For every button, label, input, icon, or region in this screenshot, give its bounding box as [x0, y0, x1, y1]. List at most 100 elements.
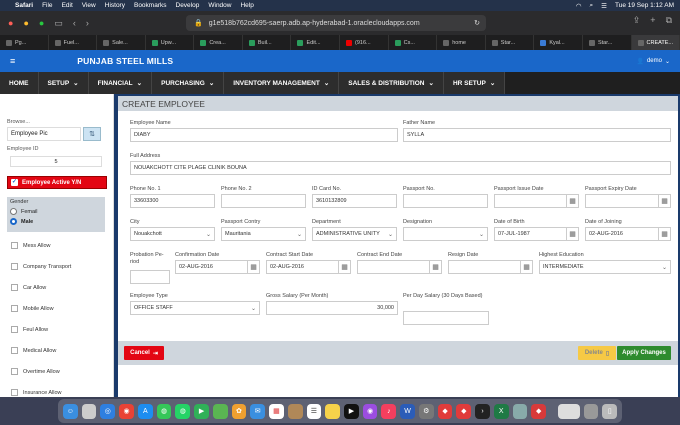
address-bar[interactable]: 🔒 g1e518b762cd695-saerp.adb.ap-hyderabad…: [186, 15, 486, 31]
browser-tab[interactable]: Upw...: [146, 35, 195, 50]
allowance-insurance[interactable]: Insurance Allow: [11, 389, 62, 396]
gender-option-female[interactable]: Femail: [10, 208, 102, 215]
maps-icon[interactable]: [212, 403, 228, 419]
phone2-input[interactable]: [221, 194, 306, 208]
city-select[interactable]: Nouakchott ⌄: [130, 227, 215, 241]
department-select[interactable]: ADMINISTRATIVE UNITY ⌄: [312, 227, 397, 241]
tv-icon[interactable]: ▶: [344, 403, 359, 419]
trash-icon[interactable]: ▯: [602, 403, 618, 419]
reload-icon[interactable]: ↻: [474, 19, 480, 27]
father-name-input[interactable]: SYLLA: [403, 128, 671, 142]
sidebar-icon[interactable]: ▭: [54, 18, 63, 29]
calendar-icon[interactable]: ▦: [566, 195, 578, 207]
menu-bookmarks[interactable]: Bookmarks: [134, 2, 167, 9]
employee-active-checkbox[interactable]: ✓ Employee Active Y/N: [7, 176, 107, 189]
browser-tab[interactable]: Pg...: [0, 35, 49, 50]
chrome-icon[interactable]: ◉: [119, 403, 134, 419]
education-select[interactable]: INTERMEDIATE ⌄: [539, 260, 671, 274]
designation-select[interactable]: ⌄: [403, 227, 488, 241]
browser-tab[interactable]: Buil...: [243, 35, 292, 50]
doj-input[interactable]: 02-AUG-2016 ▦: [585, 227, 671, 241]
launchpad-icon[interactable]: [81, 403, 97, 419]
contract-start-input[interactable]: 02-AUG-2016 ▦: [266, 260, 351, 274]
contacts-icon[interactable]: [287, 403, 303, 419]
employee-name-input[interactable]: DIABY: [130, 128, 398, 142]
resign-input[interactable]: ▦: [448, 260, 533, 274]
nav-inventory[interactable]: INVENTORY MANAGEMENT ⌄: [224, 72, 340, 94]
apply-changes-button[interactable]: Apply Changes: [617, 346, 671, 360]
browser-tab-active[interactable]: CREATE...: [631, 35, 680, 50]
browser-tab[interactable]: Star...: [583, 35, 632, 50]
terminal-icon[interactable]: ›: [475, 403, 490, 419]
word-icon[interactable]: W: [400, 403, 415, 419]
passport-no-input[interactable]: [403, 194, 488, 208]
allowance-fuel[interactable]: Feul Allow: [11, 326, 48, 333]
settings-icon[interactable]: ⚙: [418, 403, 434, 419]
full-address-input[interactable]: NOUAKCHOTT CITE PLAGE CLINIK BOUNA: [130, 161, 671, 175]
gross-salary-input[interactable]: 30,000: [266, 301, 398, 315]
calendar-icon[interactable]: ▦: [658, 195, 670, 207]
clock[interactable]: Tue 19 Sep 1:12 AM: [615, 2, 674, 9]
new-tab-icon[interactable]: +: [650, 15, 655, 26]
notes-icon[interactable]: [325, 403, 341, 419]
music-icon[interactable]: ♪: [381, 403, 397, 419]
id-card-input[interactable]: 3610132809: [312, 194, 397, 208]
emp-type-select[interactable]: OFFICE STAFF ⌄: [130, 301, 260, 315]
browser-tab[interactable]: home: [437, 35, 486, 50]
calendar-icon[interactable]: ▦: [520, 261, 532, 273]
allowance-mess[interactable]: Mess Allow: [11, 242, 51, 249]
allowance-overtime[interactable]: Overtime Allow: [11, 368, 60, 375]
allowance-company-transport[interactable]: Company Transport: [11, 263, 71, 270]
menu-file[interactable]: File: [42, 2, 52, 9]
calendar-icon[interactable]: ▦: [338, 261, 350, 273]
tab-overview-icon[interactable]: ⧉: [666, 15, 672, 26]
facetime-icon[interactable]: ▶: [194, 403, 209, 419]
cancel-button[interactable]: Cancel ⇥: [124, 346, 164, 360]
user-menu[interactable]: 👤 demo ⌄: [636, 58, 670, 65]
photos-icon[interactable]: ✿: [231, 403, 247, 419]
browser-tab[interactable]: Crea...: [194, 35, 243, 50]
nav-purchasing[interactable]: PURCHASING ⌄: [152, 72, 225, 94]
remote-icon[interactable]: ◆: [531, 403, 547, 419]
employee-pic-input[interactable]: Employee Pic: [7, 127, 81, 141]
menu-develop[interactable]: Develop: [176, 2, 200, 9]
preview-icon[interactable]: [512, 403, 528, 419]
share-icon[interactable]: ⇪: [633, 15, 641, 26]
dob-input[interactable]: 07-JUL-1987 ▦: [494, 227, 579, 241]
browser-tab[interactable]: Cs...: [389, 35, 438, 50]
calendar-icon[interactable]: ▦: [269, 403, 284, 419]
allowance-car[interactable]: Car Allow: [11, 284, 46, 291]
forward-icon[interactable]: ›: [86, 18, 89, 29]
excel-icon[interactable]: X: [493, 403, 509, 419]
browser-tab[interactable]: Kyal...: [534, 35, 583, 50]
menu-help[interactable]: Help: [240, 2, 253, 9]
browser-tab[interactable]: Fuel...: [49, 35, 98, 50]
app-store-icon[interactable]: A: [137, 403, 153, 419]
menu-window[interactable]: Window: [208, 2, 231, 9]
search-icon[interactable]: ⌕: [590, 2, 594, 10]
close-window-icon[interactable]: ●: [8, 18, 13, 29]
zoom-window-icon[interactable]: ●: [39, 18, 44, 29]
allowance-mobile[interactable]: Mobile Allow: [11, 305, 54, 312]
app-icon[interactable]: ◆: [437, 403, 453, 419]
calendar-icon[interactable]: ▦: [429, 261, 441, 273]
per-day-input[interactable]: [403, 311, 489, 325]
finder-icon[interactable]: ☺: [63, 403, 78, 419]
browser-tab[interactable]: Edit...: [291, 35, 341, 50]
whatsapp-icon[interactable]: ◍: [175, 403, 191, 419]
wifi-icon[interactable]: ◠: [576, 2, 582, 10]
nav-home[interactable]: HOME: [0, 72, 39, 94]
calendar-icon[interactable]: ▦: [658, 228, 670, 240]
upload-icon[interactable]: ⇅: [83, 127, 101, 141]
calendar-icon[interactable]: ▦: [247, 261, 259, 273]
browser-tab[interactable]: (916...: [340, 35, 389, 50]
hamburger-menu-icon[interactable]: ≡: [10, 56, 15, 66]
gender-option-male[interactable]: Male: [10, 218, 102, 225]
employee-id-field[interactable]: 5: [10, 156, 102, 167]
minimize-window-icon[interactable]: ●: [23, 18, 28, 29]
browser-tab[interactable]: Sale...: [97, 35, 146, 50]
control-center-icon[interactable]: ☰: [601, 2, 607, 10]
passport-country-select[interactable]: Mauritania ⌄: [221, 227, 306, 241]
podcasts-icon[interactable]: ◉: [362, 403, 378, 419]
passport-issue-input[interactable]: ▦: [494, 194, 579, 208]
